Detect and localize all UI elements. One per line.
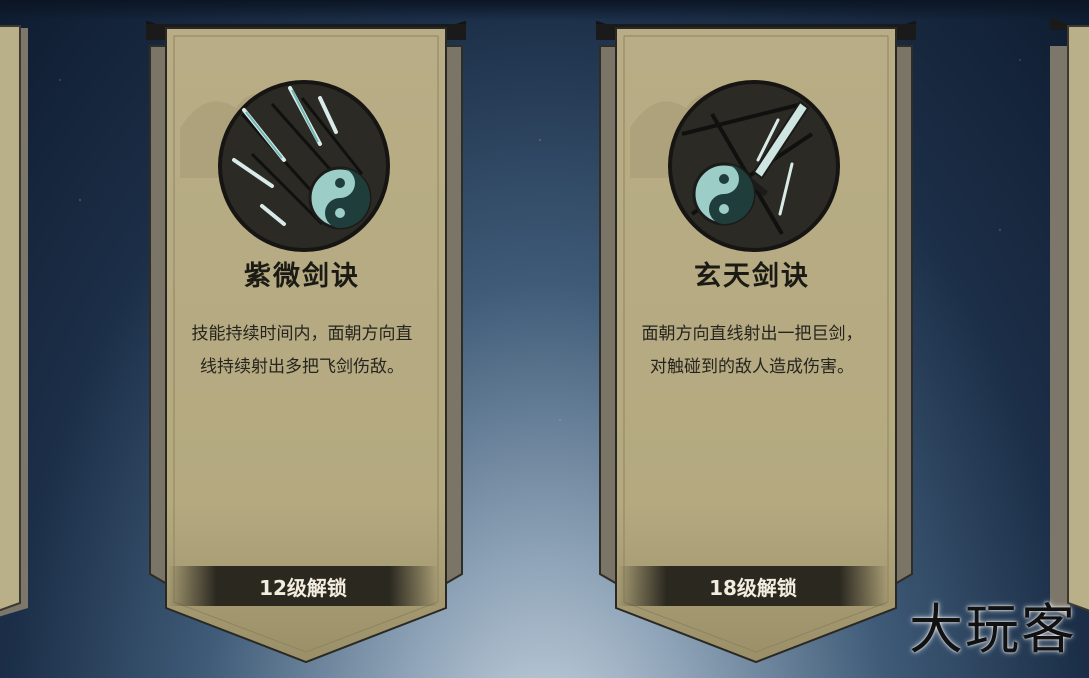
flying-swords-icon <box>212 74 392 254</box>
skill-name: 紫微剑诀 <box>244 261 360 292</box>
skill-description: 技能持续时间内，面朝方向直线持续射出多把飞剑伤敌。 <box>191 324 413 377</box>
skill-name: 玄天剑诀 <box>694 261 810 292</box>
unlock-level-bar: 12级解锁 <box>168 566 438 606</box>
giant-sword-icon <box>662 74 842 254</box>
unlock-level-label: 18级解锁 <box>709 575 797 600</box>
unlock-level-bar: 18级解锁 <box>618 566 888 606</box>
partial-banner-left[interactable] <box>0 18 38 628</box>
skill-card-2[interactable]: 玄天剑诀 面朝方向直线射出一把巨剑，对触碰到的敌人造成伤害。 18级解锁 <box>596 18 916 668</box>
partial-banner-right[interactable] <box>1045 18 1089 628</box>
unlock-level-label: 12级解锁 <box>259 575 347 600</box>
top-frame <box>0 0 1089 20</box>
skill-description: 面朝方向直线射出一把巨剑，对触碰到的敌人造成伤害。 <box>641 324 863 377</box>
watermark-logo: 大玩客 <box>909 598 1077 661</box>
skill-card-1[interactable]: 紫微剑诀 技能持续时间内，面朝方向直线持续射出多把飞剑伤敌。 12级解锁 <box>146 18 466 668</box>
